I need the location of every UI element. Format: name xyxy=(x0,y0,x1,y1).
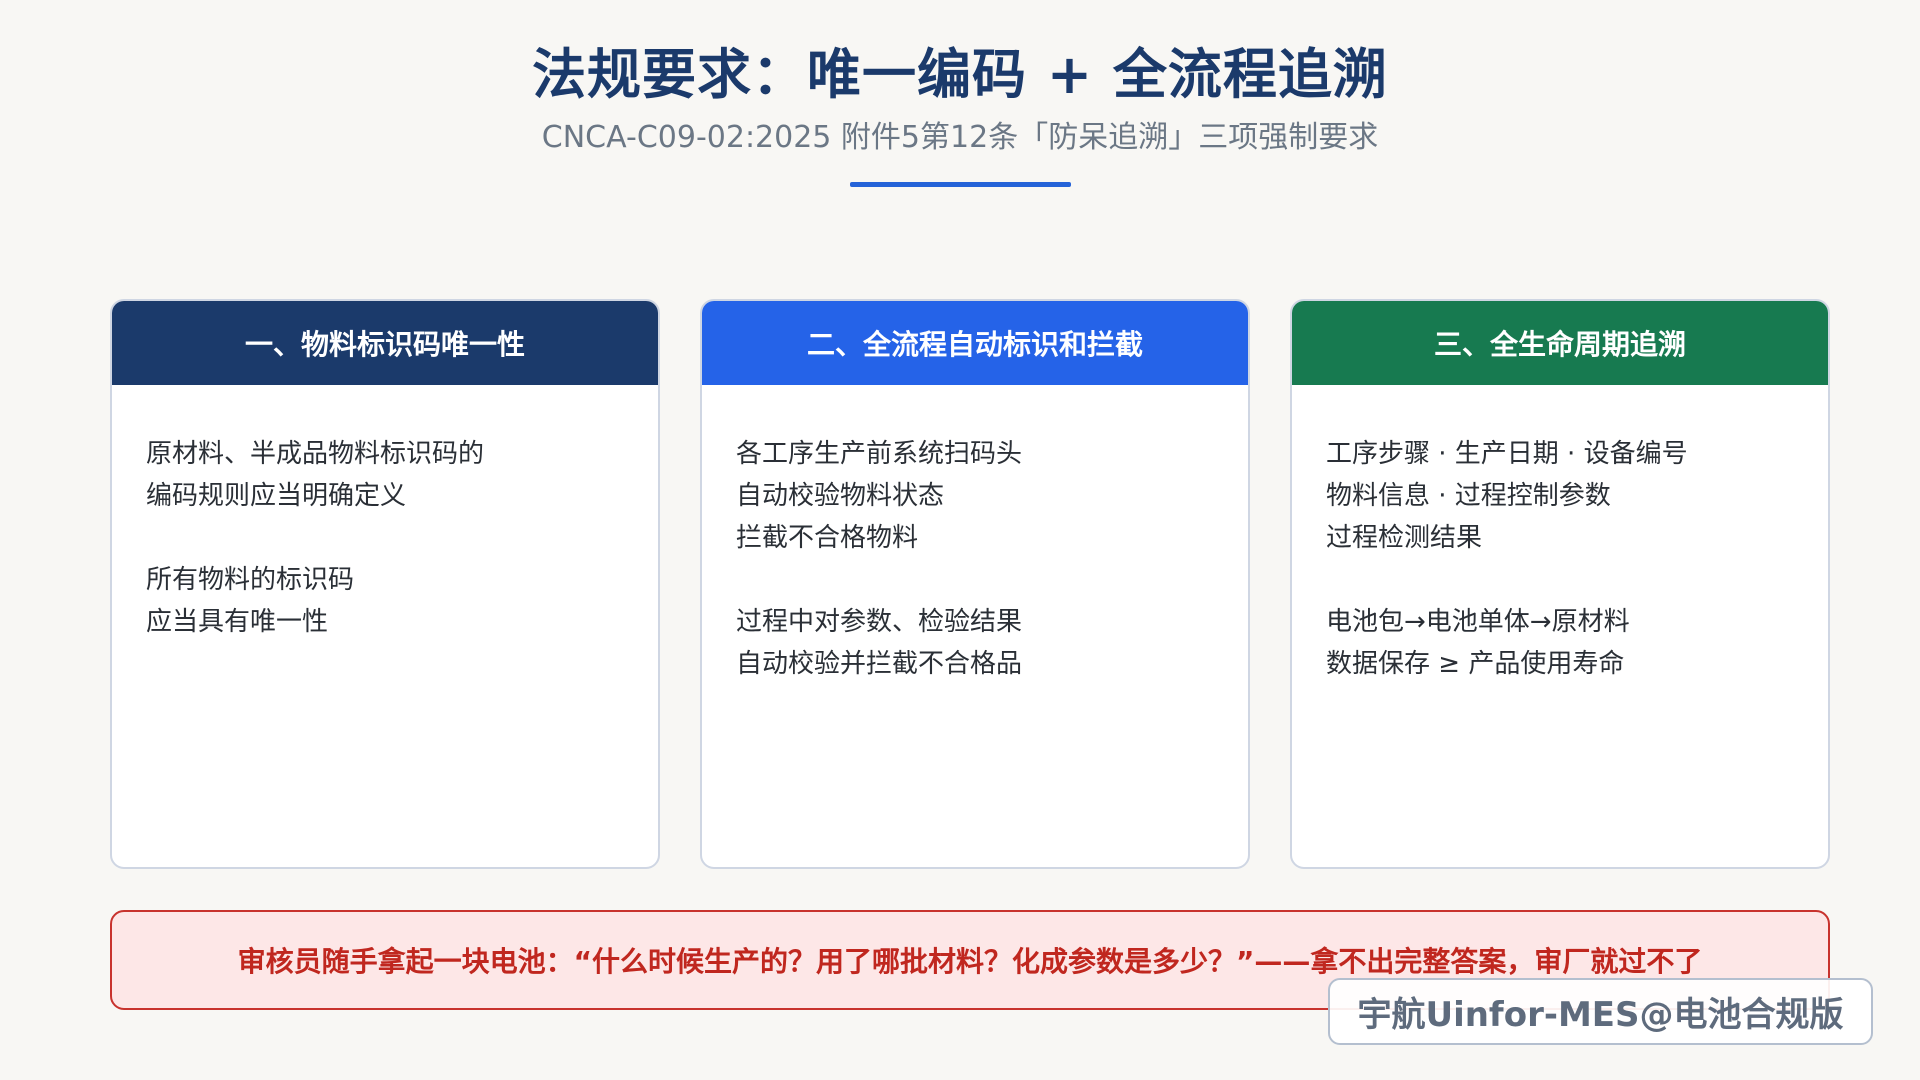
card-lifecycle-traceability: 三、全生命周期追溯 工序步骤 · 生产日期 · 设备编号 物料信息 · 过程控制… xyxy=(1290,299,1830,869)
card-paragraph: 原材料、半成品物料标识码的 编码规则应当明确定义 xyxy=(146,433,624,517)
card-paragraph: 电池包→电池单体→原材料 数据保存 ≥ 产品使用寿命 xyxy=(1326,601,1794,685)
card-text-line: 编码规则应当明确定义 xyxy=(146,481,407,511)
card-paragraph: 工序步骤 · 生产日期 · 设备编号 物料信息 · 过程控制参数 过程检测结果 xyxy=(1326,433,1794,559)
page-subtitle: CNCA-C09-02:2025 附件5第12条「防呆追溯」三项强制要求 xyxy=(541,120,1379,155)
card-material-id-uniqueness: 一、物料标识码唯一性 原材料、半成品物料标识码的 编码规则应当明确定义 所有物料… xyxy=(110,299,660,869)
card-title: 一、物料标识码唯一性 xyxy=(244,328,525,361)
card-text-line: 自动校验物料状态 xyxy=(736,481,945,511)
title-divider xyxy=(850,182,1071,187)
card-title: 三、全生命周期追溯 xyxy=(1433,328,1686,361)
card-text-line: 过程中对参数、检验结果 xyxy=(736,607,1023,637)
card-text-line: 原材料、半成品物料标识码的 xyxy=(146,439,485,469)
card-text-line: 数据保存 ≥ 产品使用寿命 xyxy=(1326,649,1625,679)
card-header: 二、全流程自动标识和拦截 xyxy=(702,301,1248,385)
card-text-line: 自动校验并拦截不合格品 xyxy=(736,649,1023,679)
card-paragraph: 过程中对参数、检验结果 自动校验并拦截不合格品 xyxy=(736,601,1214,685)
card-text-line: 各工序生产前系统扫码头 xyxy=(736,439,1023,469)
card-text-line: 拦截不合格物料 xyxy=(736,523,919,553)
card-text-line: 应当具有唯一性 xyxy=(146,607,329,637)
card-body: 原材料、半成品物料标识码的 编码规则应当明确定义 所有物料的标识码 应当具有唯一… xyxy=(112,385,658,643)
card-body: 工序步骤 · 生产日期 · 设备编号 物料信息 · 过程控制参数 过程检测结果 … xyxy=(1292,385,1828,685)
card-header: 三、全生命周期追溯 xyxy=(1292,301,1828,385)
slide: 法规要求：唯一编码 + 全流程追溯 CNCA-C09-02:2025 附件5第1… xyxy=(0,0,1920,1080)
brand-watermark: 宇航Uinfor-MES@电池合规版 xyxy=(1328,978,1873,1045)
card-body: 各工序生产前系统扫码头 自动校验物料状态 拦截不合格物料 过程中对参数、检验结果… xyxy=(702,385,1248,685)
page-title: 法规要求：唯一编码 + 全流程追溯 xyxy=(532,43,1388,106)
watermark-text: 宇航Uinfor-MES@电池合规版 xyxy=(1357,995,1844,1035)
warning-text: 审核员随手拿起一块电池：“什么时候生产的？用了哪批材料？化成参数是多少？”——拿… xyxy=(237,945,1703,978)
card-text-line: 过程检测结果 xyxy=(1326,523,1483,553)
card-text-line: 工序步骤 · 生产日期 · 设备编号 xyxy=(1326,439,1688,469)
card-paragraph: 所有物料的标识码 应当具有唯一性 xyxy=(146,559,624,643)
card-text-line: 物料信息 · 过程控制参数 xyxy=(1326,481,1611,511)
card-title: 二、全流程自动标识和拦截 xyxy=(806,328,1143,361)
card-process-auto-interception: 二、全流程自动标识和拦截 各工序生产前系统扫码头 自动校验物料状态 拦截不合格物… xyxy=(700,299,1250,869)
card-text-line: 电池包→电池单体→原材料 xyxy=(1326,607,1630,637)
card-header: 一、物料标识码唯一性 xyxy=(112,301,658,385)
card-text-line: 所有物料的标识码 xyxy=(146,565,355,595)
card-paragraph: 各工序生产前系统扫码头 自动校验物料状态 拦截不合格物料 xyxy=(736,433,1214,559)
